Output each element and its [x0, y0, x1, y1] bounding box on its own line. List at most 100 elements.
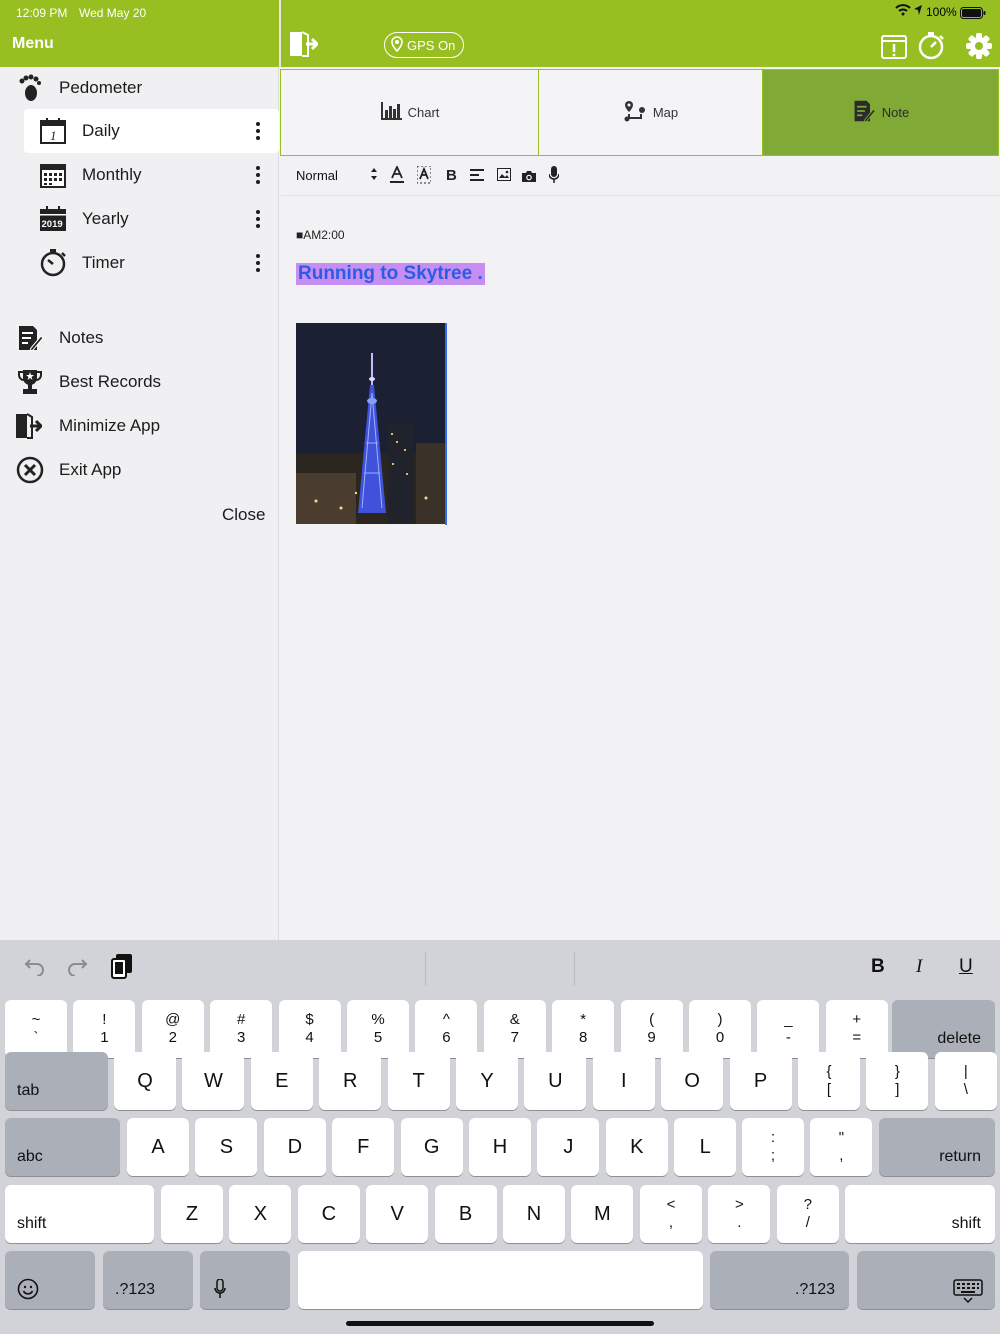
key-w[interactable]: W: [182, 1052, 245, 1110]
gps-toggle[interactable]: GPS On: [384, 32, 464, 58]
text-color-icon[interactable]: [390, 164, 404, 189]
key-abc[interactable]: abc: [5, 1118, 120, 1176]
key-return[interactable]: return: [879, 1118, 995, 1176]
note-headline[interactable]: Running to Skytree .: [296, 263, 485, 285]
key-n[interactable]: N: [503, 1185, 565, 1243]
key-y[interactable]: Y: [456, 1052, 518, 1110]
format-select[interactable]: Normal: [296, 168, 338, 183]
undo-icon[interactable]: [24, 956, 46, 981]
key-space[interactable]: [298, 1251, 703, 1309]
key-punct-0[interactable]: :;: [742, 1118, 804, 1176]
paste-icon[interactable]: [110, 953, 134, 984]
sidebar-item-yearly[interactable]: 2019 Yearly: [0, 197, 279, 241]
more-options-icon[interactable]: [255, 122, 261, 140]
stopwatch-icon[interactable]: [917, 32, 945, 65]
home-indicator[interactable]: [346, 1321, 654, 1326]
key-bracket-2[interactable]: | \: [934, 1052, 997, 1110]
key-z[interactable]: Z: [161, 1185, 223, 1243]
insert-image-icon[interactable]: [497, 168, 511, 186]
key-5[interactable]: % 5: [347, 1000, 409, 1058]
key-x[interactable]: X: [229, 1185, 292, 1243]
key-shift-right[interactable]: shift: [845, 1185, 995, 1243]
dictation-key[interactable]: [200, 1251, 290, 1309]
key-i[interactable]: I: [592, 1052, 655, 1110]
key-r[interactable]: R: [319, 1052, 382, 1110]
tab-chart[interactable]: Chart: [281, 70, 539, 155]
key-8[interactable]: * 8: [552, 1000, 615, 1058]
key-b[interactable]: B: [434, 1185, 497, 1243]
key-a[interactable]: A: [127, 1118, 189, 1176]
sidebar-item-daily[interactable]: 1 Daily: [0, 109, 279, 153]
key-shift-left[interactable]: shift: [5, 1185, 154, 1243]
key-f[interactable]: F: [332, 1118, 395, 1176]
key-m[interactable]: M: [571, 1185, 634, 1243]
key--[interactable]: _ -: [757, 1000, 820, 1058]
key-l[interactable]: L: [674, 1118, 737, 1176]
align-left-icon[interactable]: [470, 168, 484, 187]
minimize-door-icon[interactable]: [288, 29, 320, 64]
alert-calendar-icon[interactable]: [880, 32, 908, 65]
key-4[interactable]: $4: [278, 1000, 341, 1058]
format-bold-button[interactable]: B: [871, 956, 885, 978]
key-sym-0[interactable]: <,: [640, 1185, 702, 1243]
key-delete[interactable]: delete: [892, 1000, 995, 1058]
camera-icon[interactable]: [522, 169, 536, 187]
key-g[interactable]: G: [400, 1118, 463, 1176]
key-sym-2[interactable]: ? /: [776, 1185, 839, 1243]
note-editor[interactable]: [281, 196, 1000, 940]
gear-icon[interactable]: [965, 32, 993, 65]
key-numbers-left[interactable]: .?123: [103, 1251, 193, 1309]
key-2[interactable]: @2: [141, 1000, 204, 1058]
key-s[interactable]: S: [195, 1118, 258, 1176]
more-options-icon[interactable]: [255, 210, 261, 228]
key-bracket-0[interactable]: {[: [798, 1052, 860, 1110]
key-sym-1[interactable]: >.: [708, 1185, 771, 1243]
key-d[interactable]: D: [263, 1118, 326, 1176]
key-bracket-1[interactable]: }]: [866, 1052, 929, 1110]
sidebar-item-notes[interactable]: Notes: [0, 316, 279, 360]
sidebar-item-minimize-app[interactable]: Minimize App: [0, 404, 279, 448]
key-numbers-right[interactable]: .?123: [710, 1251, 849, 1309]
key-0[interactable]: ) 0: [689, 1000, 751, 1058]
close-menu-button[interactable]: Close: [222, 505, 265, 525]
key-p[interactable]: P: [729, 1052, 792, 1110]
key-q[interactable]: Q: [114, 1052, 176, 1110]
key-u[interactable]: U: [524, 1052, 587, 1110]
key-=[interactable]: + =: [825, 1000, 888, 1058]
key-6[interactable]: ^ 6: [415, 1000, 478, 1058]
hide-keyboard-key[interactable]: [857, 1251, 995, 1309]
key-`[interactable]: ~ `: [5, 1000, 67, 1058]
key-9[interactable]: (9: [620, 1000, 683, 1058]
key-v[interactable]: V: [366, 1185, 429, 1243]
key-punct-1[interactable]: ",: [810, 1118, 873, 1176]
emoji-key[interactable]: [5, 1251, 95, 1309]
key-tab[interactable]: tab: [5, 1052, 108, 1110]
format-italic-button[interactable]: I: [916, 956, 922, 978]
more-options-icon[interactable]: [255, 166, 261, 184]
sidebar-item-timer[interactable]: Timer: [0, 241, 279, 285]
key-h[interactable]: H: [469, 1118, 531, 1176]
key-k[interactable]: K: [605, 1118, 668, 1176]
key-j[interactable]: J: [537, 1118, 600, 1176]
sidebar-item-exit-app[interactable]: Exit App: [0, 448, 279, 492]
more-options-icon[interactable]: [255, 254, 261, 272]
key-e[interactable]: E: [250, 1052, 313, 1110]
sidebar-item-pedometer[interactable]: Pedometer: [0, 66, 279, 110]
key-1[interactable]: ! 1: [73, 1000, 136, 1058]
tab-note[interactable]: Note: [763, 70, 998, 155]
highlight-color-icon[interactable]: [416, 165, 432, 189]
key-o[interactable]: O: [661, 1052, 724, 1110]
tab-map[interactable]: Map: [539, 70, 763, 155]
microphone-icon[interactable]: [548, 166, 560, 189]
sidebar-item-best-records[interactable]: Best Records: [0, 360, 279, 404]
key-t[interactable]: T: [387, 1052, 450, 1110]
bold-icon[interactable]: B: [446, 167, 457, 184]
key-3[interactable]: #3: [210, 1000, 273, 1058]
format-underline-button[interactable]: U: [959, 956, 973, 978]
note-photo-skytree[interactable]: [296, 323, 446, 524]
key-7[interactable]: & 7: [483, 1000, 546, 1058]
redo-icon[interactable]: [66, 956, 88, 981]
key-c[interactable]: C: [297, 1185, 360, 1243]
sidebar-item-monthly[interactable]: Monthly: [0, 153, 279, 197]
select-arrows-icon[interactable]: [370, 167, 378, 186]
